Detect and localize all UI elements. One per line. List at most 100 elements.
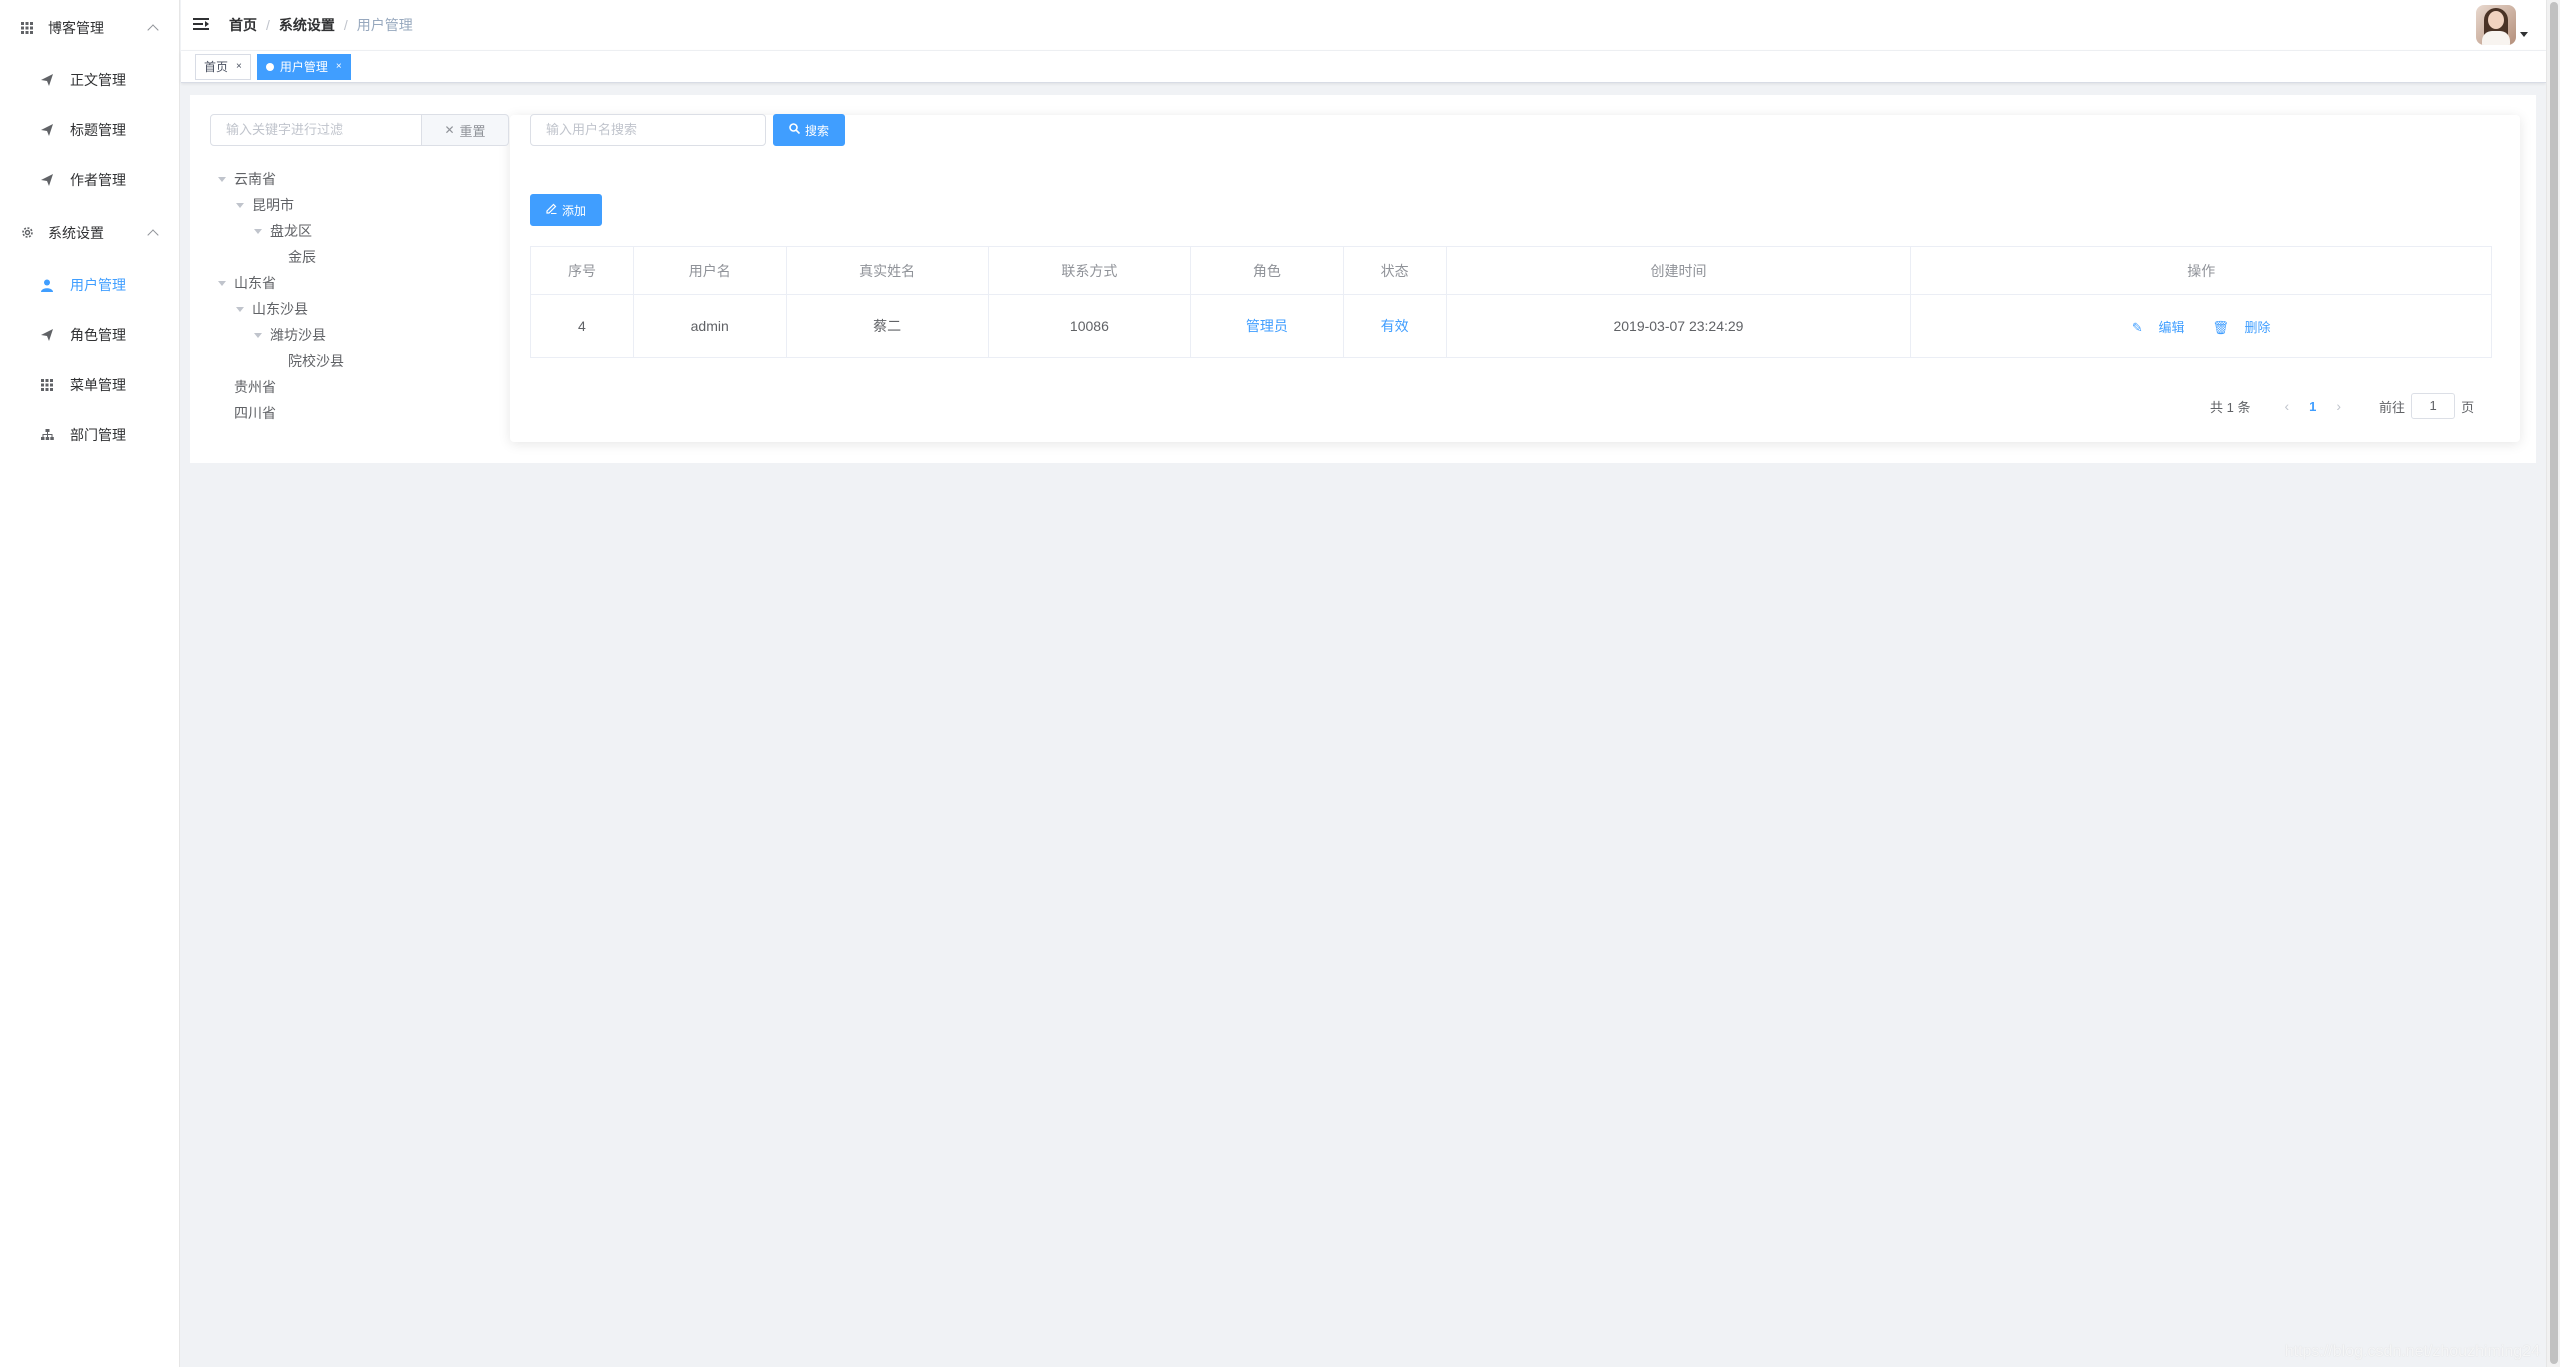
caret-down-icon[interactable] bbox=[2520, 32, 2528, 37]
sidebar-item-label: 用户管理 bbox=[70, 277, 126, 293]
sidebar-item-content[interactable]: 正文管理 bbox=[0, 55, 179, 105]
tag-user-management[interactable]: 用户管理 × bbox=[256, 53, 351, 80]
scrollbar-thumb[interactable] bbox=[2550, 2, 2558, 1364]
chevron-up-icon bbox=[147, 23, 159, 36]
chevron-up-icon bbox=[147, 228, 159, 241]
chevron-left-icon[interactable]: ‹ bbox=[2284, 398, 2289, 414]
breadcrumb-separator: / bbox=[266, 17, 270, 33]
caret-down-icon[interactable] bbox=[236, 306, 244, 312]
column-header: 序号 bbox=[530, 246, 634, 295]
add-button-label: 添加 bbox=[561, 203, 586, 218]
tree-node[interactable]: 盘龙区 bbox=[210, 218, 500, 244]
reset-button[interactable]: ✕ 重置 bbox=[422, 114, 509, 146]
caret-down-icon[interactable] bbox=[254, 228, 262, 234]
sidebar-item-menus[interactable]: 菜单管理 bbox=[0, 360, 179, 410]
user-icon bbox=[40, 278, 54, 292]
send-icon bbox=[40, 123, 54, 137]
goto-suffix: 页 bbox=[2461, 399, 2475, 415]
sidebar-item-roles[interactable]: 角色管理 bbox=[0, 310, 179, 360]
tree-node[interactable]: 院校沙县 bbox=[210, 348, 500, 374]
breadcrumb-separator: / bbox=[343, 17, 348, 33]
edit-icon: ✎ bbox=[2131, 319, 2143, 335]
sidebar: 博客管理 正文管理 标题管理 作者管理 系统设置 用户管理 角色管理 菜单管理 … bbox=[0, 0, 180, 1367]
tree-node[interactable]: 山东沙县 bbox=[210, 296, 500, 322]
cell-created: 2019-03-07 23:24:29 bbox=[1445, 294, 1912, 358]
tags-view: 首页 × 用户管理 × bbox=[181, 51, 2546, 83]
tree-node[interactable]: 山东省 bbox=[210, 270, 500, 296]
top-header: 首页 / 系统设置 / 用户管理 bbox=[181, 0, 2546, 50]
tree-node-label: 云南省 bbox=[234, 171, 276, 187]
delete-label: 删除 bbox=[2244, 319, 2271, 335]
column-header: 操作 bbox=[1910, 246, 2492, 295]
tree-node[interactable]: 四川省 bbox=[210, 400, 500, 426]
sidebar-group-label: 系统设置 bbox=[48, 224, 104, 241]
search-icon bbox=[789, 123, 801, 137]
column-header: 创建时间 bbox=[1445, 246, 1912, 295]
tree-node[interactable]: 潍坊沙县 bbox=[210, 322, 500, 348]
watermark: https://blog.csdn.net/zhouzhiming24 bbox=[2284, 1343, 2540, 1360]
column-header: 角色 bbox=[1190, 246, 1344, 295]
send-icon bbox=[40, 328, 54, 342]
edit-button[interactable]: ✎ 编辑 bbox=[2126, 320, 2191, 335]
username-search-input[interactable]: 输入用户名搜索 bbox=[530, 114, 766, 146]
delete-button[interactable]: 🗑 删除 bbox=[2206, 320, 2276, 335]
caret-down-icon[interactable] bbox=[236, 202, 244, 208]
tree-node-label: 山东省 bbox=[234, 275, 276, 291]
tree-node[interactable]: 贵州省 bbox=[210, 374, 500, 400]
sidebar-item-author[interactable]: 作者管理 bbox=[0, 155, 179, 205]
cell-index: 4 bbox=[530, 294, 634, 358]
table-row: 4 admin 蔡二 10086 管理员 有效 2019-03-07 23:24… bbox=[530, 294, 2492, 358]
page-number[interactable]: 1 bbox=[2309, 399, 2316, 414]
cell-realname: 蔡二 bbox=[785, 294, 989, 358]
add-button[interactable]: 添加 bbox=[530, 194, 602, 226]
tree-node[interactable]: 金辰 bbox=[210, 244, 500, 270]
sidebar-item-title[interactable]: 标题管理 bbox=[0, 105, 179, 155]
sidebar-item-label: 标题管理 bbox=[70, 122, 126, 138]
cell-status[interactable]: 有效 bbox=[1342, 294, 1447, 358]
avatar[interactable] bbox=[2476, 5, 2516, 45]
sidebar-item-label: 作者管理 bbox=[70, 172, 126, 188]
caret-down-icon[interactable] bbox=[218, 280, 226, 286]
sidebar-item-label: 正文管理 bbox=[70, 72, 126, 88]
cell-role[interactable]: 管理员 bbox=[1190, 294, 1344, 358]
close-icon[interactable]: × bbox=[336, 55, 342, 79]
org-icon bbox=[40, 428, 54, 442]
sidebar-group-system[interactable]: 系统设置 bbox=[0, 205, 179, 260]
sidebar-group-blog[interactable]: 博客管理 bbox=[0, 0, 179, 55]
search-button-label: 搜索 bbox=[804, 123, 829, 138]
tree-node[interactable]: 云南省 bbox=[210, 166, 500, 192]
sidebar-item-departments[interactable]: 部门管理 bbox=[0, 410, 179, 460]
breadcrumb-home[interactable]: 首页 bbox=[229, 15, 257, 35]
close-icon[interactable]: × bbox=[236, 55, 242, 79]
sidebar-item-label: 角色管理 bbox=[70, 327, 126, 343]
tree-node-label: 院校沙县 bbox=[288, 353, 344, 369]
search-button[interactable]: 搜索 bbox=[773, 114, 845, 146]
sidebar-group-label: 博客管理 bbox=[48, 19, 104, 36]
hamburger-icon[interactable] bbox=[193, 17, 209, 33]
goto-page-input[interactable]: 1 bbox=[2411, 393, 2456, 419]
user-table: 序号 用户名 真实姓名 联系方式 角色 状态 创建时间 操作 4 admin 蔡… bbox=[530, 246, 2492, 358]
chevron-right-icon[interactable]: › bbox=[2336, 398, 2341, 414]
pagination-jumper: 前往 1 页 bbox=[2379, 393, 2474, 419]
tree-node-label: 四川省 bbox=[234, 405, 276, 421]
sidebar-item-label: 部门管理 bbox=[70, 427, 126, 443]
tree-node-label: 山东沙县 bbox=[252, 301, 308, 317]
tag-home[interactable]: 首页 × bbox=[195, 53, 251, 80]
tree-filter-input[interactable]: 输入关键字进行过滤 bbox=[210, 114, 422, 146]
caret-down-icon[interactable] bbox=[254, 332, 262, 338]
grid-icon bbox=[20, 21, 34, 35]
pagination-total: 共 1 条 bbox=[2210, 399, 2251, 415]
tree-node-label: 贵州省 bbox=[234, 379, 276, 395]
breadcrumb-user-management: 用户管理 bbox=[356, 17, 413, 33]
cell-actions: ✎ 编辑 🗑 删除 bbox=[1910, 294, 2492, 358]
tree-node[interactable]: 昆明市 bbox=[210, 192, 500, 218]
edit-label: 编辑 bbox=[2158, 319, 2185, 335]
sidebar-item-label: 菜单管理 bbox=[70, 377, 126, 393]
table-header-row: 序号 用户名 真实姓名 联系方式 角色 状态 创建时间 操作 bbox=[530, 246, 2492, 295]
breadcrumb: 首页 / 系统设置 / 用户管理 bbox=[229, 15, 413, 35]
page-scrollbar[interactable] bbox=[2546, 0, 2560, 1367]
sidebar-item-users[interactable]: 用户管理 bbox=[0, 260, 179, 310]
caret-down-icon[interactable] bbox=[218, 176, 226, 182]
column-header: 状态 bbox=[1342, 246, 1447, 295]
breadcrumb-system-settings[interactable]: 系统设置 bbox=[279, 15, 335, 35]
